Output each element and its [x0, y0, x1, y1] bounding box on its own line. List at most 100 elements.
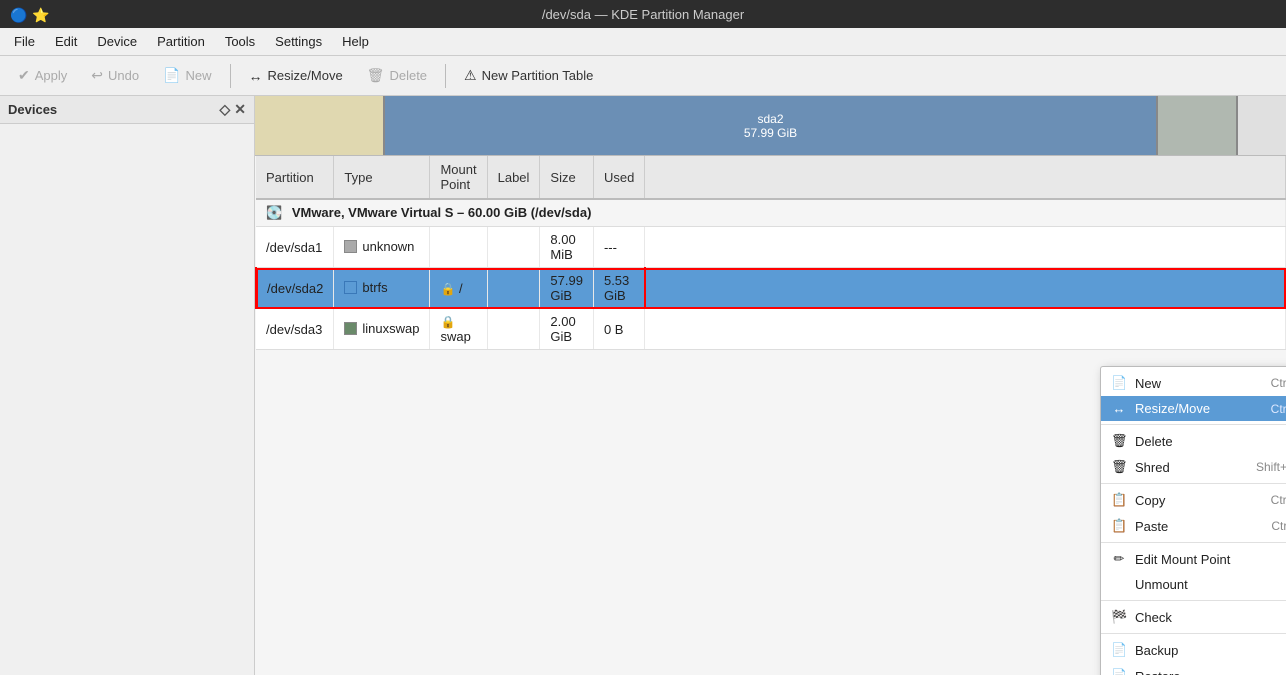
ctx-paste-icon: 📋 [1111, 518, 1127, 534]
delete-label: Delete [389, 68, 427, 83]
type-badge: linuxswap [344, 321, 419, 336]
sda2-label: sda2 [757, 112, 783, 126]
table-row[interactable]: /dev/sda2 btrfs 🔒 / 57.99 GiB [256, 268, 1286, 309]
apply-label: Apply [35, 68, 68, 83]
menu-help[interactable]: Help [332, 31, 379, 52]
col-extra [645, 156, 1286, 199]
partition-extra [645, 268, 1286, 309]
new-button[interactable]: 📄 New [153, 63, 221, 88]
menu-tools[interactable]: Tools [215, 31, 265, 52]
delete-button[interactable]: 🗑 Delete [357, 63, 437, 88]
disk-visual: sda2 57.99 GiB [255, 96, 1286, 156]
menu-edit[interactable]: Edit [45, 31, 87, 52]
pin-icon[interactable]: ◇ [219, 101, 230, 118]
partition-label [487, 309, 540, 350]
resize-move-label: Resize/Move [268, 68, 343, 83]
ctx-copy[interactable]: 📋 Copy Ctrl+C [1101, 487, 1286, 513]
close-icon[interactable]: ✕ [234, 101, 246, 118]
delete-icon: 🗑 [367, 67, 385, 84]
table-row[interactable]: /dev/sda3 linuxswap 🔒 swap 2.00 [256, 309, 1286, 350]
ctx-delete[interactable]: 🗑 Delete Del [1101, 428, 1286, 454]
sidebar-title: Devices [8, 102, 57, 117]
ctx-delete-icon: 🗑 [1111, 433, 1127, 449]
col-used: Used [593, 156, 644, 199]
col-mount-point: Mount Point [430, 156, 487, 199]
apply-button[interactable]: ✔ Apply [8, 63, 77, 88]
ctx-edit-mount-icon: ✏ [1111, 551, 1127, 567]
col-partition: Partition [256, 156, 334, 199]
partition-size: 8.00 MiB [540, 227, 594, 268]
ctx-divider-4 [1101, 600, 1286, 601]
new-partition-table-button[interactable]: ⚠ New Partition Table [454, 63, 603, 88]
ctx-restore-icon: 📄 [1111, 668, 1127, 675]
sidebar-header-icons: ◇ ✕ [219, 101, 246, 118]
ctx-backup-icon: 📄 [1111, 642, 1127, 658]
partition-size: 57.99 GiB [540, 268, 594, 309]
disk-part-sda1 [255, 96, 385, 155]
app-icon-1: 🔵 [10, 7, 24, 21]
ctx-copy-shortcut: Ctrl+C [1271, 493, 1286, 507]
partition-size: 2.00 GiB [540, 309, 594, 350]
resize-move-button[interactable]: ↔ Resize/Move [239, 64, 353, 88]
partition-label [487, 227, 540, 268]
ctx-shred-icon: 🗑 [1111, 459, 1127, 475]
new-label: New [186, 68, 212, 83]
disk-part-end [1236, 96, 1286, 155]
undo-icon: ↩ [91, 67, 103, 84]
device-row: 💽 VMware, VMware Virtual S – 60.00 GiB (… [256, 199, 1286, 227]
new-partition-table-label: New Partition Table [482, 68, 594, 83]
window-title: /dev/sda — KDE Partition Manager [542, 7, 744, 22]
ctx-check-label: 🏁 Check [1111, 609, 1172, 625]
col-size: Size [540, 156, 594, 199]
ctx-copy-label: 📋 Copy [1111, 492, 1165, 508]
ctx-paste[interactable]: 📋 Paste Ctrl+V [1101, 513, 1286, 539]
ctx-unmount-label: Unmount [1111, 577, 1188, 592]
partition-label [487, 268, 540, 309]
sidebar-content [0, 124, 254, 675]
main-area: Devices ◇ ✕ sda2 57.99 GiB Partit [0, 96, 1286, 675]
partition-mount: 🔒 / [430, 268, 487, 309]
menu-device[interactable]: Device [87, 31, 147, 52]
undo-button[interactable]: ↩ Undo [81, 63, 149, 88]
sidebar-header: Devices ◇ ✕ [0, 96, 254, 124]
partition-extra [645, 309, 1286, 350]
ctx-check-icon: 🏁 [1111, 609, 1127, 625]
ctx-restore[interactable]: 📄 Restore [1101, 663, 1286, 675]
ctx-resize-move[interactable]: ↔ Resize/Move Ctrl+R [1101, 396, 1286, 421]
ctx-divider-5 [1101, 633, 1286, 634]
ctx-unmount[interactable]: Unmount [1101, 572, 1286, 597]
menu-partition[interactable]: Partition [147, 31, 215, 52]
type-box-icon [344, 322, 357, 335]
new-icon: 📄 [163, 67, 180, 84]
partition-name: /dev/sda1 [256, 227, 334, 268]
ctx-divider-3 [1101, 542, 1286, 543]
ctx-new[interactable]: 📄 New Ctrl+N [1101, 370, 1286, 396]
partition-type: unknown [334, 227, 430, 268]
ctx-paste-label: 📋 Paste [1111, 518, 1168, 534]
table-row[interactable]: /dev/sda1 unknown 8.00 MiB --- [256, 227, 1286, 268]
ctx-new-label: 📄 New [1111, 375, 1161, 391]
partition-mount: 🔒 swap [430, 309, 487, 350]
sda2-size: 57.99 GiB [744, 126, 797, 140]
ctx-divider-2 [1101, 483, 1286, 484]
ctx-check[interactable]: 🏁 Check [1101, 604, 1286, 630]
partition-mount [430, 227, 487, 268]
partition-used: 5.53 GiB [593, 268, 644, 309]
ctx-delete-label: 🗑 Delete [1111, 433, 1173, 449]
menu-file[interactable]: File [4, 31, 45, 52]
menubar: File Edit Device Partition Tools Setting… [0, 28, 1286, 56]
ctx-edit-mount[interactable]: ✏ Edit Mount Point [1101, 546, 1286, 572]
ctx-restore-label: 📄 Restore [1111, 668, 1181, 675]
ctx-copy-icon: 📋 [1111, 492, 1127, 508]
table-header-row: Partition Type Mount Point Label Size Us… [256, 156, 1286, 199]
lock-icon: 🔒 [440, 315, 455, 329]
titlebar: 🔵 ⭐ /dev/sda — KDE Partition Manager [0, 0, 1286, 28]
ctx-resize-move-label: ↔ Resize/Move [1111, 401, 1210, 416]
partition-type: btrfs [334, 268, 430, 309]
ctx-backup[interactable]: 📄 Backup [1101, 637, 1286, 663]
ctx-shred[interactable]: 🗑 Shred Shift+Del [1101, 454, 1286, 480]
menu-settings[interactable]: Settings [265, 31, 332, 52]
partition-name: /dev/sda2 [256, 268, 334, 309]
type-box-icon [344, 281, 357, 294]
device-icon: 💽 [266, 205, 282, 220]
